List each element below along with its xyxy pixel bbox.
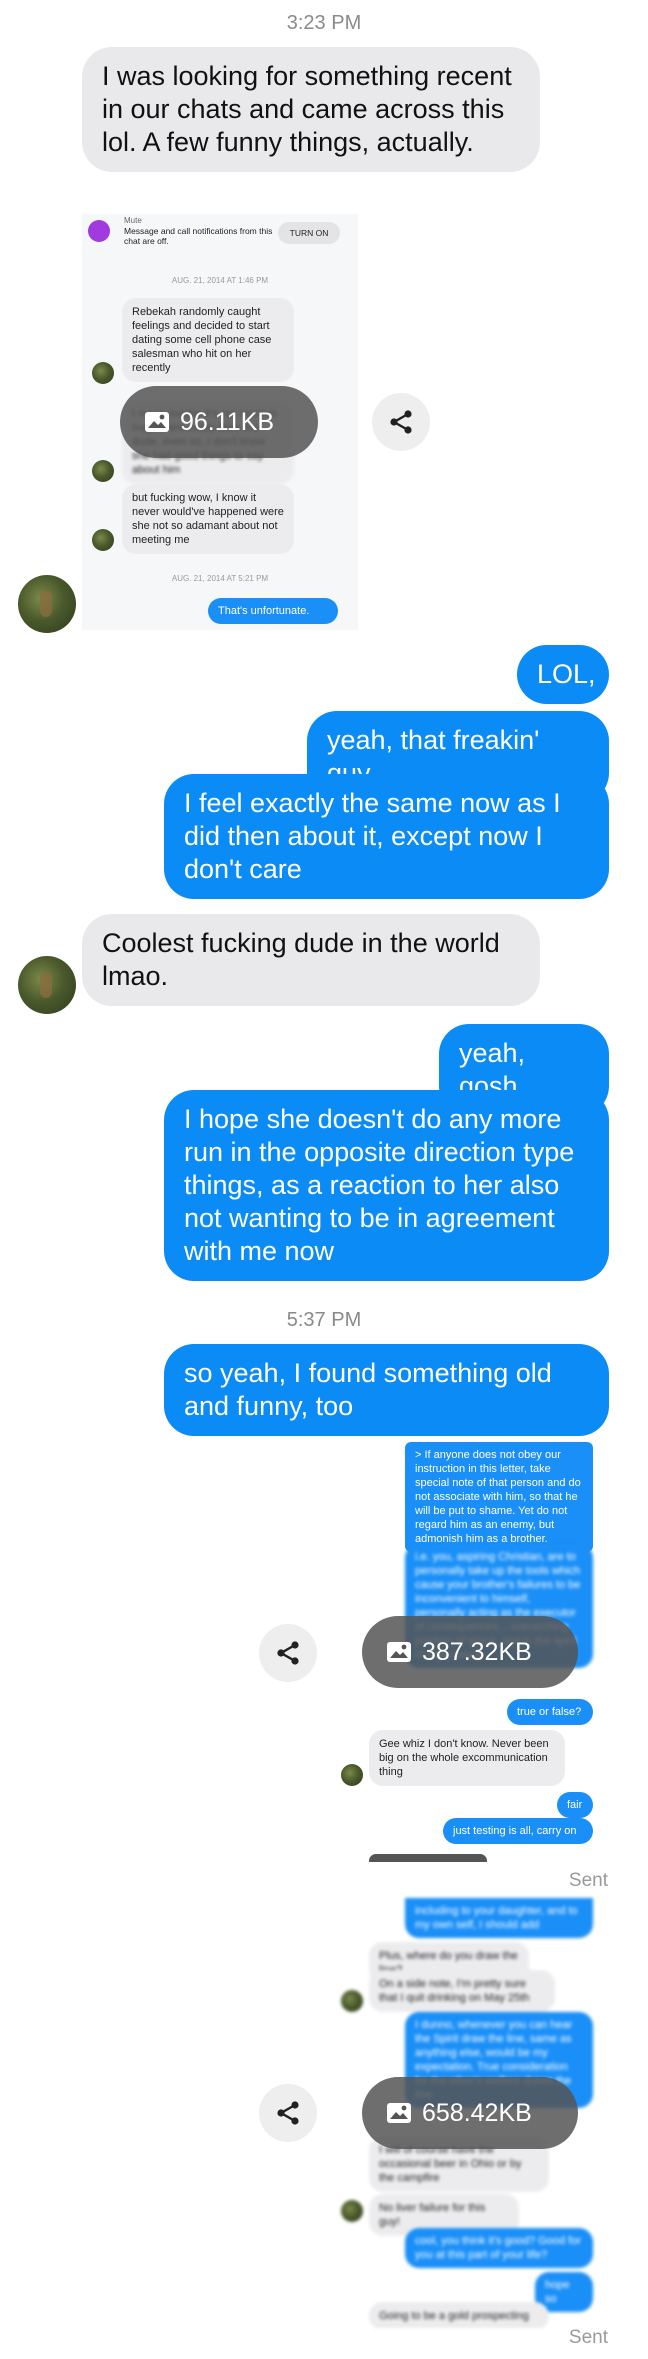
mini-incoming: Going to be a gold prospecting bbox=[369, 2302, 549, 2328]
mute-icon bbox=[88, 220, 110, 242]
share-icon bbox=[277, 2101, 299, 2125]
turn-on-button: TURN ON bbox=[278, 222, 340, 244]
timestamp: 3:23 PM bbox=[286, 12, 362, 34]
attachment-size: 658.42KB bbox=[422, 2098, 532, 2127]
mini-avatar bbox=[92, 529, 114, 551]
image-icon bbox=[145, 412, 169, 432]
contact-avatar[interactable] bbox=[18, 575, 76, 633]
image-icon bbox=[387, 2103, 411, 2123]
mini-outgoing: That's unfortunate. bbox=[208, 598, 338, 624]
attachment-size: 387.32KB bbox=[422, 1637, 532, 1666]
mini-outgoing: > If anyone does not obey our instructio… bbox=[405, 1442, 593, 1552]
share-button[interactable] bbox=[259, 2084, 317, 2142]
share-button[interactable] bbox=[372, 393, 430, 451]
outgoing-message[interactable]: so yeah, I found something old and funny… bbox=[164, 1344, 609, 1436]
mini-outgoing: fair bbox=[557, 1792, 593, 1818]
share-icon bbox=[390, 410, 412, 434]
share-button[interactable] bbox=[259, 1624, 317, 1682]
attachment-size-badge[interactable]: 658.42KB bbox=[362, 2077, 578, 2149]
outgoing-message[interactable]: I hope she doesn't do any more run in th… bbox=[164, 1090, 609, 1281]
mini-avatar bbox=[92, 362, 114, 384]
attachment-size: 96.11KB bbox=[180, 407, 275, 436]
mini-incoming: Rebekah randomly caught feelings and dec… bbox=[122, 298, 294, 382]
share-icon bbox=[277, 1641, 299, 1665]
mini-incoming: but fucking wow, I know it never would'v… bbox=[122, 484, 294, 554]
incoming-message[interactable]: I was looking for something recent in ou… bbox=[82, 47, 540, 172]
mini-timestamp: AUG. 21, 2014 AT 1:46 PM bbox=[171, 276, 269, 285]
mini-outgoing: including to your daughter, and to my ow… bbox=[405, 1898, 593, 1938]
attachment-size-badge[interactable]: 96.11KB bbox=[120, 386, 318, 458]
sent-status: Sent bbox=[568, 2327, 608, 2348]
mini-outgoing: true or false? bbox=[507, 1699, 593, 1725]
attachment-size-badge[interactable]: 387.32KB bbox=[362, 1616, 578, 1688]
image-icon bbox=[387, 1642, 411, 1662]
mini-incoming: Gee whiz I don't know. Never been big on… bbox=[369, 1730, 565, 1786]
mini-outgoing: just testing is all, carry on bbox=[443, 1818, 593, 1844]
contact-avatar[interactable] bbox=[18, 956, 76, 1014]
incoming-message[interactable]: Coolest fucking dude in the world lmao. bbox=[82, 914, 540, 1006]
outgoing-message[interactable]: I feel exactly the same now as I did the… bbox=[164, 774, 609, 899]
mute-title: Mute bbox=[124, 216, 142, 225]
mini-avatar bbox=[92, 460, 114, 482]
mini-avatar bbox=[341, 1990, 363, 2012]
timestamp: 5:37 PM bbox=[286, 1309, 362, 1331]
mini-outgoing: cool, you think it's good? Good for you … bbox=[405, 2228, 593, 2268]
mute-text: Message and call notifications from this… bbox=[124, 226, 273, 246]
sent-status: Sent bbox=[568, 1870, 608, 1891]
mini-avatar bbox=[341, 1764, 363, 1786]
mini-timestamp: AUG. 21, 2014 AT 5:21 PM bbox=[171, 574, 269, 583]
mini-avatar bbox=[341, 2200, 363, 2222]
mini-incoming: On a side note, I'm pretty sure that I q… bbox=[369, 1970, 555, 2012]
outgoing-message[interactable]: LOL, bbox=[517, 645, 609, 704]
scroll-pill bbox=[369, 1854, 487, 1862]
